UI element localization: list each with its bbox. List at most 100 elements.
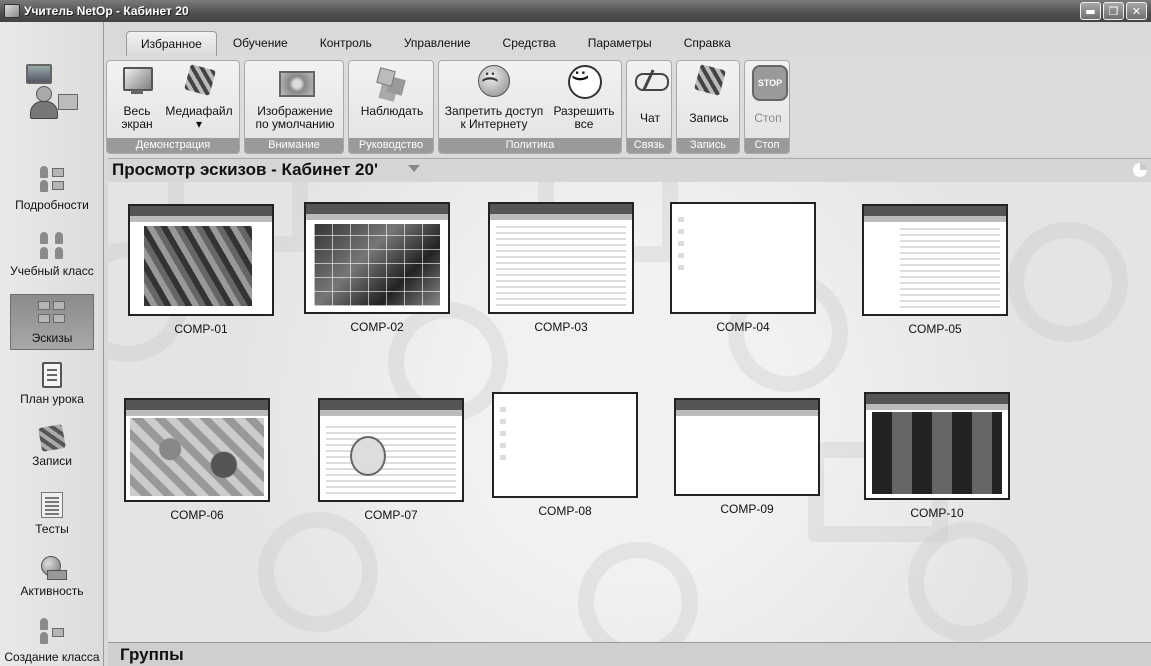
tab-control[interactable]: Контроль: [304, 32, 388, 56]
window-title: Учитель NetOp - Кабинет 20: [24, 4, 189, 18]
thumbnail-comp-06[interactable]: COMP-06: [124, 398, 270, 522]
thumbnail-screen: [670, 202, 816, 314]
observe-button[interactable]: Наблюдать: [351, 63, 433, 118]
tab-learning[interactable]: Обучение: [217, 32, 304, 56]
button-label: Запись: [689, 111, 729, 125]
thumbnail-screen: [492, 392, 638, 498]
activity-icon: [39, 556, 67, 580]
restore-button[interactable]: ❐: [1103, 2, 1124, 20]
monitor-icon: [119, 63, 155, 99]
sidebar-item-details[interactable]: Подробности: [0, 166, 104, 212]
sidebar-item-activity[interactable]: Активность: [0, 556, 104, 598]
title-bar: Учитель NetOp - Кабинет 20 ▬ ❐ ✕: [0, 0, 1151, 22]
thumbnail-screen: [862, 204, 1008, 316]
menu-tabs: Избранное Обучение Контроль Управление С…: [104, 30, 747, 56]
thumbnail-comp-02[interactable]: COMP-02: [304, 202, 450, 334]
button-label: Запретить доступ к Интернету: [444, 104, 544, 131]
sidebar-item-recordings[interactable]: Записи: [0, 424, 104, 468]
record-icon: [691, 63, 727, 99]
details-icon: [38, 166, 66, 194]
teacher-icon[interactable]: [22, 64, 80, 122]
groups-title: Группы: [120, 645, 184, 664]
pie-chart-icon[interactable]: [1133, 163, 1147, 177]
thumbnail-label: COMP-03: [534, 320, 588, 334]
thumbnail-label: COMP-04: [716, 320, 770, 334]
close-button[interactable]: ✕: [1126, 2, 1147, 20]
chat-icon: [632, 63, 669, 99]
thumbnail-screen: [318, 398, 464, 502]
media-file-icon: [181, 63, 217, 99]
group-label: Демонстрация: [107, 138, 239, 153]
thumbnail-comp-01[interactable]: COMP-01: [128, 204, 274, 336]
chat-button[interactable]: Чат: [629, 63, 671, 125]
app-icon: [4, 4, 20, 18]
thumbnail-screen: [488, 202, 634, 314]
thumbnail-comp-04[interactable]: COMP-04: [670, 202, 816, 334]
sad-face-icon: [476, 63, 512, 99]
sidebar-item-label: Записи: [32, 454, 72, 468]
chevron-down-icon[interactable]: [408, 165, 420, 172]
thumbnail-comp-09[interactable]: COMP-09: [674, 398, 820, 516]
tab-favorites[interactable]: Избранное: [126, 31, 217, 56]
classroom-icon: [38, 232, 66, 260]
left-navigation-pane: Подробности Учебный класс Эскизы План ур…: [0, 22, 104, 666]
background-decoration: [578, 542, 698, 642]
group-label: Связь: [627, 138, 671, 153]
thumbnails-area: COMP-01 COMP-02 COMP-03 COMP-04 COMP-05 …: [108, 182, 1151, 642]
button-label: Стоп: [754, 111, 782, 125]
ribbon-group-attention: Изображение по умолчанию Внимание: [244, 60, 344, 154]
sidebar-item-lesson-plan[interactable]: План урока: [0, 362, 104, 406]
tab-tools[interactable]: Средства: [487, 32, 572, 56]
window-controls: ▬ ❐ ✕: [1080, 2, 1147, 20]
thumbnail-comp-08[interactable]: COMP-08: [492, 392, 638, 518]
sidebar-item-label: Создание класса: [4, 650, 100, 664]
tests-icon: [41, 492, 63, 518]
sidebar-item-label: План урока: [20, 392, 84, 406]
sidebar-item-tests[interactable]: Тесты: [0, 492, 104, 536]
thumbnail-screen: [124, 398, 270, 502]
group-label: Политика: [439, 138, 621, 153]
sidebar-item-classroom[interactable]: Учебный класс: [0, 232, 104, 278]
thumbnail-comp-05[interactable]: COMP-05: [862, 204, 1008, 336]
observe-icon: [374, 63, 410, 99]
thumbnail-label: COMP-08: [538, 504, 592, 518]
sidebar-item-thumbnails[interactable]: Эскизы: [10, 294, 94, 350]
button-label: Медиафайл ▾: [165, 104, 233, 131]
ribbon-group-demonstration: Весь экран Медиафайл ▾ Демонстрация: [106, 60, 240, 154]
thumbnail-comp-03[interactable]: COMP-03: [488, 202, 634, 334]
tab-help[interactable]: Справка: [668, 32, 747, 56]
record-button[interactable]: Запись: [679, 63, 739, 125]
stop-button[interactable]: Стоп: [747, 63, 789, 125]
thumbnail-screen: [864, 392, 1010, 500]
sidebar-item-create-class[interactable]: Создание класса: [0, 618, 104, 664]
ribbon-group-stop: Стоп Стоп: [744, 60, 790, 154]
fullscreen-button[interactable]: Весь экран: [113, 63, 161, 131]
sidebar-item-label: Подробности: [15, 198, 89, 212]
groups-panel-header[interactable]: Группы: [108, 642, 1151, 666]
thumbnail-label: COMP-09: [720, 502, 774, 516]
button-label: Изображение по умолчанию: [255, 104, 335, 131]
background-decoration: [258, 512, 378, 632]
page-title: Просмотр эскизов - Кабинет 20': [112, 160, 378, 179]
ribbon-group-record: Запись Запись: [676, 60, 740, 154]
group-label: Внимание: [245, 138, 343, 153]
group-label: Стоп: [745, 138, 789, 153]
minimize-button[interactable]: ▬: [1080, 2, 1101, 20]
picture-icon: [277, 63, 315, 99]
thumbnail-comp-07[interactable]: COMP-07: [318, 398, 464, 522]
tab-favorites-spacer: [104, 46, 126, 56]
button-label: Разрешить все: [553, 104, 615, 131]
allow-all-button[interactable]: Разрешить все: [549, 63, 619, 131]
sidebar-item-label: Активность: [20, 584, 84, 598]
tab-settings[interactable]: Параметры: [572, 32, 668, 56]
tab-management[interactable]: Управление: [388, 32, 487, 56]
thumbnail-label: COMP-01: [174, 322, 228, 336]
stop-icon: [750, 63, 788, 101]
default-image-button[interactable]: Изображение по умолчанию: [247, 63, 343, 131]
group-label: Запись: [677, 138, 739, 153]
thumbnail-comp-10[interactable]: COMP-10: [864, 392, 1010, 520]
create-class-icon: [38, 618, 66, 646]
block-internet-button[interactable]: Запретить доступ к Интернету: [441, 63, 547, 131]
media-file-button[interactable]: Медиафайл ▾: [161, 63, 237, 131]
thumbnail-screen: [128, 204, 274, 316]
